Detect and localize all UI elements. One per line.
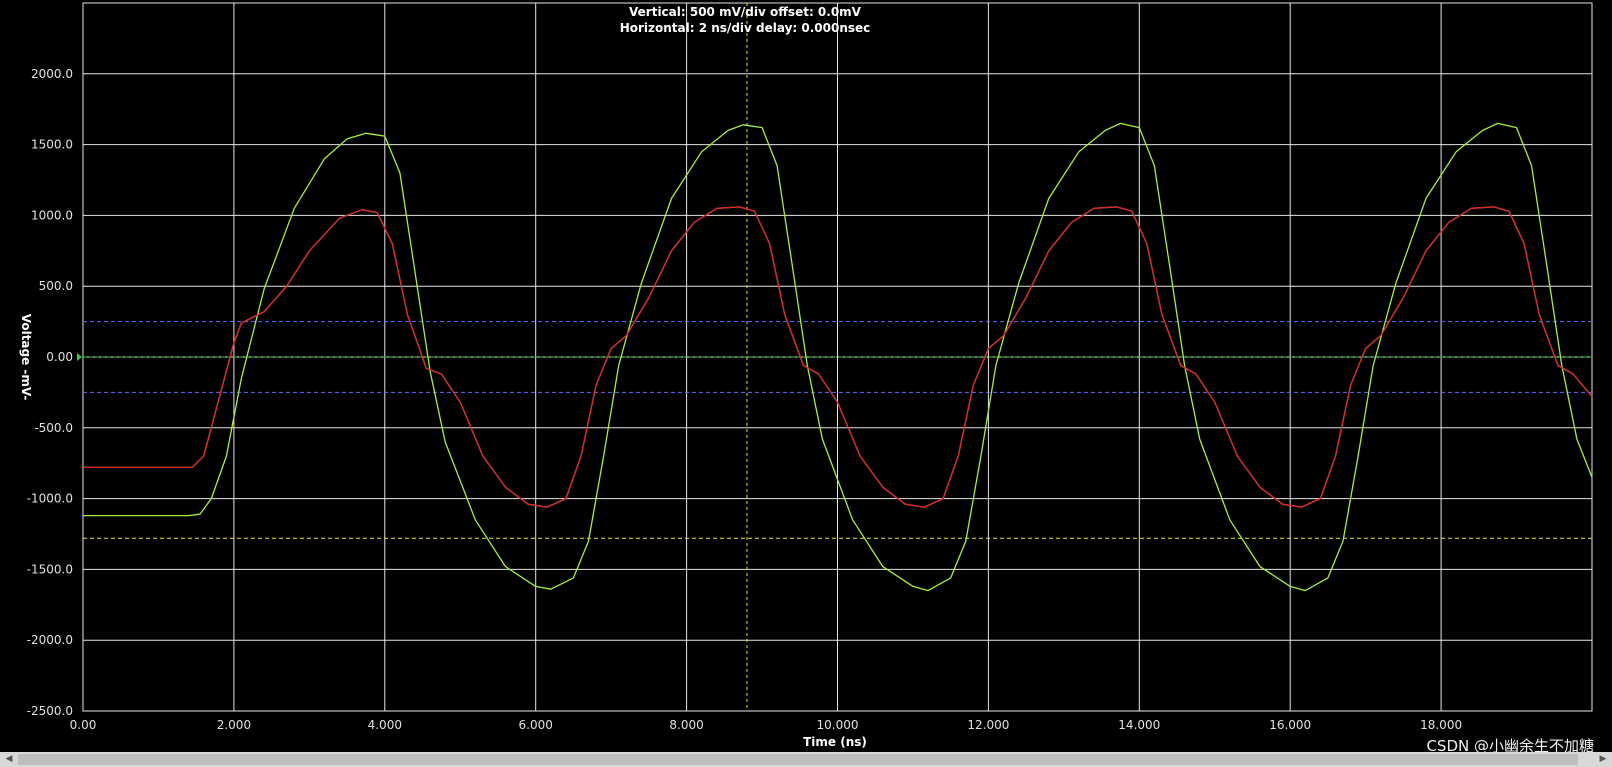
- y-tick-label: 1500.0: [31, 138, 73, 152]
- x-tick-label: 6.000: [519, 718, 553, 732]
- vertical-scale-readout: Vertical: 500 mV/div offset: 0.0mV: [629, 5, 862, 19]
- x-tick-label: 14.000: [1118, 718, 1160, 732]
- x-tick-label: 2.000: [217, 718, 251, 732]
- y-tick-label: 500.0: [39, 279, 73, 293]
- x-tick-labels: 0.00 2.000 4.000 6.000 8.000 10.000 12.000 14.0…: [70, 718, 1462, 732]
- horizontal-scale-readout: Horizontal: 2 ns/div delay: 0.000nsec: [620, 21, 871, 35]
- x-tick-label: 16.000: [1269, 718, 1311, 732]
- x-tick-label: 18.000: [1420, 718, 1462, 732]
- x-tick-label: 8.000: [669, 718, 703, 732]
- y-tick-label: -2500.0: [27, 704, 73, 718]
- y-tick-label: -2000.0: [27, 633, 73, 647]
- x-tick-label: 0.00: [70, 718, 97, 732]
- x-tick-label: 12.000: [967, 718, 1009, 732]
- x-tick-label: 4.000: [368, 718, 402, 732]
- zero-marker-icon: [77, 353, 82, 361]
- y-tick-label: -500.0: [34, 421, 73, 435]
- horizontal-scrollbar[interactable]: ◀ ▶: [0, 752, 1612, 767]
- waveform-plot[interactable]: 0.00 2.000 4.000 6.000 8.000 10.000 12.000 14.0…: [0, 0, 1612, 752]
- scrollbar-thumb[interactable]: [18, 754, 1578, 765]
- y-tick-label: 2000.0: [31, 67, 73, 81]
- y-tick-label: -1000.0: [27, 492, 73, 506]
- grid: [82, 2, 1593, 712]
- y-tick-label: 1000.0: [31, 208, 73, 222]
- x-axis-label: Time (ns): [803, 735, 867, 749]
- x-tick-label: 10.000: [817, 718, 859, 732]
- y-tick-label: -1500.0: [27, 562, 73, 576]
- scroll-right-icon[interactable]: ▶: [1596, 753, 1610, 766]
- y-tick-label: 0.00: [46, 350, 73, 364]
- y-axis-label: Voltage -mV-: [19, 314, 33, 401]
- scroll-left-icon[interactable]: ◀: [2, 753, 16, 766]
